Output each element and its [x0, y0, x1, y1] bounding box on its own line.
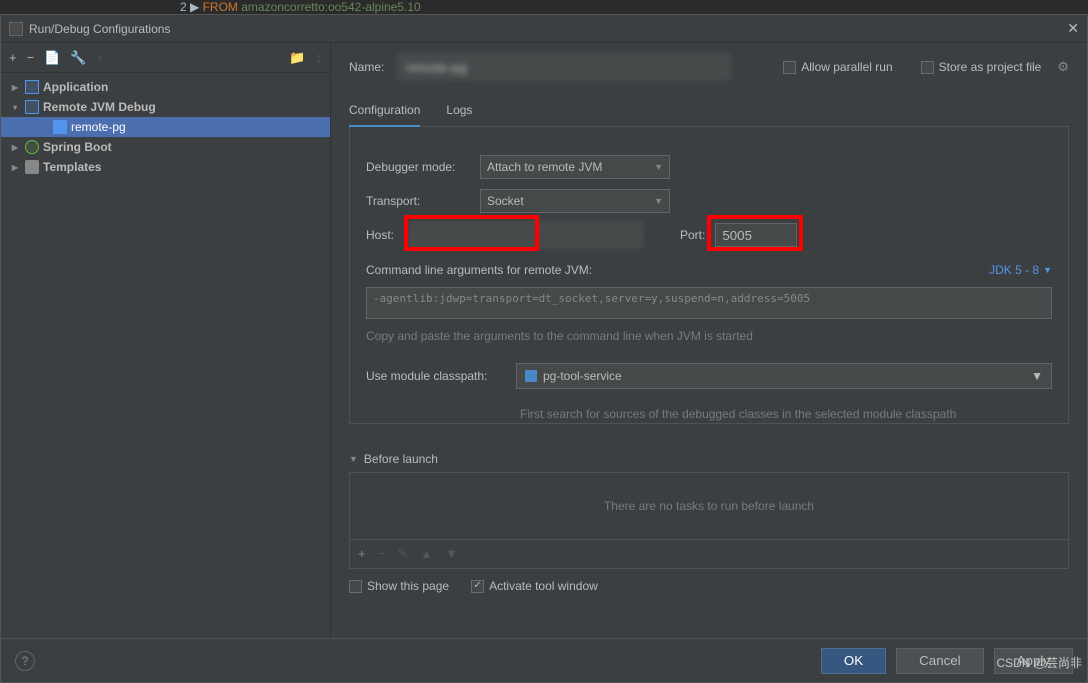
- before-launch-list: There are no tasks to run before launch: [349, 472, 1069, 540]
- store-as-project-checkbox[interactable]: Store as project file: [921, 60, 1042, 74]
- remove-task-icon[interactable]: −: [378, 546, 386, 562]
- remote-group-icon: [25, 100, 39, 114]
- allow-parallel-checkbox[interactable]: Allow parallel run: [783, 60, 892, 74]
- remove-config-icon[interactable]: −: [27, 50, 35, 65]
- cmd-hint: Copy and paste the arguments to the comm…: [366, 329, 1052, 343]
- up-icon[interactable]: ↑: [97, 50, 104, 65]
- add-config-icon[interactable]: +: [9, 50, 17, 65]
- debugger-mode-label: Debugger mode:: [366, 160, 470, 174]
- edit-config-icon[interactable]: 🔧: [70, 50, 86, 66]
- show-this-page-checkbox[interactable]: Show this page: [349, 579, 449, 593]
- jdk-version-select[interactable]: JDK 5 - 8▼: [989, 263, 1052, 277]
- app-icon: [9, 22, 23, 36]
- background-editor: 2 ▶ FROM amazoncorretto:oo542-alpine5.10: [0, 0, 1088, 14]
- edit-task-icon[interactable]: ✎: [397, 546, 408, 562]
- activate-tool-window-checkbox[interactable]: Activate tool window: [471, 579, 598, 593]
- chevron-right-icon: ▶: [9, 83, 21, 92]
- transport-select[interactable]: Socket▼: [480, 189, 670, 213]
- chevron-down-icon: ▾: [9, 103, 21, 112]
- add-task-icon[interactable]: +: [358, 546, 366, 562]
- host-input[interactable]: [410, 223, 642, 247]
- config-tree: ▶ Application ▾ Remote JVM Debug remote-…: [1, 73, 330, 638]
- port-label: Port:: [680, 228, 705, 242]
- ok-button[interactable]: OK: [821, 648, 886, 674]
- config-toolbar: + − 📄 🔧 ↑ 📁 ↕: [1, 43, 330, 73]
- module-classpath-select[interactable]: pg-tool-service ▼: [516, 363, 1052, 389]
- run-debug-dialog: Run/Debug Configurations ✕ + − 📄 🔧 ↑ 📁 ↕…: [0, 14, 1088, 683]
- transport-label: Transport:: [366, 194, 470, 208]
- name-label: Name:: [349, 60, 387, 74]
- chevron-down-icon: ▼: [654, 162, 663, 172]
- module-classpath-label: Use module classpath:: [366, 369, 506, 383]
- chevron-down-icon: ▼: [654, 196, 663, 206]
- apply-button[interactable]: Apply: [994, 648, 1073, 674]
- templates-icon: [25, 160, 39, 174]
- name-input[interactable]: [399, 55, 729, 79]
- chevron-down-icon: ▼: [1031, 369, 1043, 383]
- copy-config-icon[interactable]: 📄: [44, 50, 60, 66]
- tab-bar: Configuration Logs: [349, 97, 1069, 127]
- remote-icon: [53, 120, 67, 134]
- tab-logs[interactable]: Logs: [446, 97, 472, 126]
- tree-remote-jvm-debug[interactable]: ▾ Remote JVM Debug: [1, 97, 330, 117]
- host-label: Host:: [366, 228, 400, 242]
- cmd-args-field[interactable]: -agentlib:jdwp=transport=dt_socket,serve…: [366, 287, 1052, 319]
- spring-icon: [25, 140, 39, 154]
- tree-spring-boot[interactable]: ▶ Spring Boot: [1, 137, 330, 157]
- chevron-down-icon: ▼: [349, 454, 358, 464]
- before-launch-header[interactable]: ▼ Before launch: [349, 452, 1069, 466]
- right-panel: Name: Allow parallel run Store as projec…: [331, 43, 1087, 638]
- tree-templates[interactable]: ▶ Templates: [1, 157, 330, 177]
- application-icon: [25, 80, 39, 94]
- up-task-icon[interactable]: ▲: [420, 546, 433, 562]
- debugger-mode-select[interactable]: Attach to remote JVM▼: [480, 155, 670, 179]
- left-panel: + − 📄 🔧 ↑ 📁 ↕ ▶ Application ▾ Remote: [1, 43, 331, 638]
- sort-icon[interactable]: ↕: [316, 50, 323, 65]
- module-hint: First search for sources of the debugged…: [520, 405, 1052, 423]
- chevron-down-icon: ▼: [1043, 265, 1052, 275]
- tree-application[interactable]: ▶ Application: [1, 77, 330, 97]
- dialog-title: Run/Debug Configurations: [29, 22, 1067, 36]
- title-bar: Run/Debug Configurations ✕: [1, 15, 1087, 43]
- down-task-icon[interactable]: ▼: [445, 546, 458, 562]
- close-icon[interactable]: ✕: [1067, 20, 1079, 37]
- port-input[interactable]: [715, 223, 797, 247]
- before-launch-toolbar: + − ✎ ▲ ▼: [349, 540, 1069, 569]
- cmd-args-label: Command line arguments for remote JVM:: [366, 263, 592, 277]
- help-button[interactable]: ?: [15, 651, 35, 671]
- chevron-right-icon: ▶: [9, 163, 21, 172]
- folder-icon[interactable]: 📁: [289, 50, 305, 66]
- cancel-button[interactable]: Cancel: [896, 648, 984, 674]
- tree-item-remote-pg[interactable]: remote-pg: [1, 117, 330, 137]
- gear-icon[interactable]: ⚙: [1057, 59, 1069, 75]
- module-icon: [525, 370, 537, 382]
- dialog-footer: ? OK Cancel Apply: [1, 638, 1087, 682]
- chevron-right-icon: ▶: [9, 143, 21, 152]
- tab-configuration[interactable]: Configuration: [349, 97, 420, 127]
